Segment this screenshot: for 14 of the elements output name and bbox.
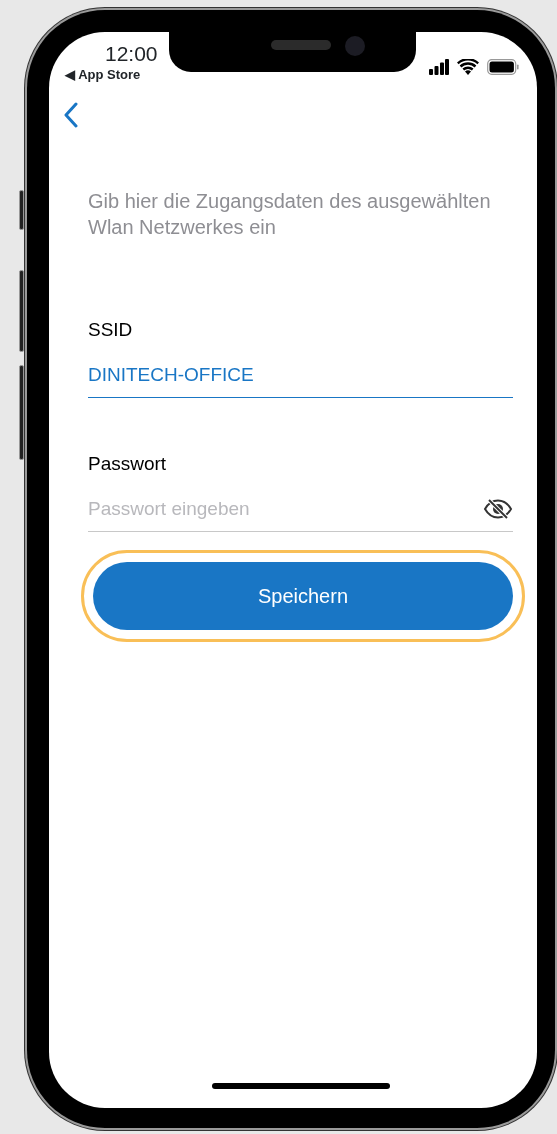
battery-icon <box>487 59 519 75</box>
eye-slash-icon[interactable] <box>483 497 513 520</box>
back-chevron-icon[interactable] <box>63 102 79 128</box>
speaker-grille <box>271 40 331 50</box>
password-field[interactable]: Passwort eingeben <box>88 494 483 523</box>
field-label: Passwort <box>88 452 168 476</box>
camera-dot <box>345 36 365 56</box>
back-to-app-link[interactable]: ◀ App Store <box>65 65 158 85</box>
field-label: SSID <box>88 318 134 342</box>
wifi-icon <box>457 59 479 75</box>
ssid-field[interactable]: DINITECH-OFFICE <box>88 360 513 389</box>
signal-icon <box>429 59 449 75</box>
instruction-text: Gib hier die Zugangsdaten des ausgewählten Wlan Netzwerkes ein <box>88 189 492 240</box>
status-time: 12:00 <box>104 42 158 66</box>
